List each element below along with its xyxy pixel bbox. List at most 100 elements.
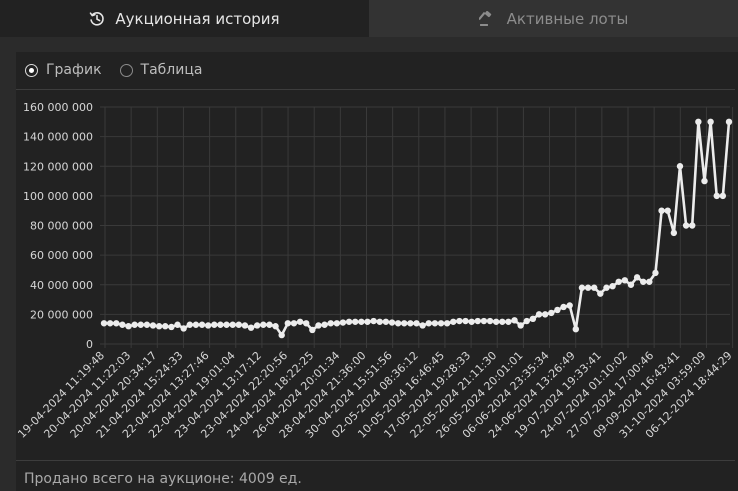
data-point [603,284,610,291]
data-point [217,321,224,328]
data-point [241,322,249,329]
data-point [701,177,708,185]
data-point [548,309,555,317]
data-point [560,303,567,311]
data-point [321,321,328,328]
data-point [272,323,279,330]
y-tick-label: 80 000 000 [30,220,93,233]
data-point [450,318,457,325]
data-point [388,319,396,326]
data-point [615,278,622,285]
data-point [578,284,586,291]
data-point [168,323,175,331]
data-point [204,322,212,329]
divider-bottom [16,460,735,461]
y-tick-label: 120 000 000 [23,160,93,173]
data-point [211,321,218,328]
data-point [235,321,243,328]
data-point [247,324,255,331]
data-point [364,318,371,325]
data-point [492,318,500,325]
data-point [401,320,408,327]
data-point [633,274,641,281]
data-point [431,320,439,327]
data-point [376,318,383,325]
data-point [339,319,347,326]
y-tick-label: 0 [86,338,93,351]
data-point [627,281,635,288]
data-point [333,320,341,327]
data-point [719,192,727,200]
y-axis-labels: 0 20 000 000 40 000 000 60 000 000 80 000 00… [23,101,93,351]
data-point [149,322,157,329]
data-point [253,322,261,329]
y-tick-label: 20 000 000 [30,308,93,321]
y-tick-label: 60 000 000 [30,249,93,262]
data-point [296,318,304,325]
data-point [689,222,696,229]
data-point [456,317,463,325]
price-history-chart: 0 20 000 000 40 000 000 60 000 000 80 000 00… [15,101,734,441]
data-point [517,322,524,329]
data-point [290,320,298,327]
data-point [407,320,414,327]
data-point [535,311,543,318]
data-point [640,278,647,285]
chart-grid [100,106,734,348]
data-point [468,318,475,325]
data-point [554,306,561,314]
data-point [309,326,316,334]
data-point [505,318,512,325]
data-point [223,321,230,328]
data-point [315,322,322,329]
y-tick-label: 140 000 000 [23,131,93,144]
data-point [260,321,267,328]
data-point [174,321,181,328]
data-point [609,283,616,290]
data-point [303,320,310,327]
data-point [425,320,432,327]
data-point [119,321,126,328]
data-point [695,118,702,126]
data-point [106,320,114,327]
data-point [682,222,690,229]
data-point [266,321,273,328]
data-point [523,317,530,325]
data-point [437,320,445,327]
data-point [646,278,653,285]
data-point [131,321,138,328]
data-point [529,315,537,323]
data-point [180,325,187,332]
data-point [113,320,120,327]
data-point [352,318,359,325]
data-point [358,318,365,325]
chart-series [100,118,733,339]
data-point [186,321,193,328]
data-point [480,317,488,325]
data-point [474,317,481,325]
data-point [486,317,494,325]
data-point [511,317,518,324]
y-tick-label: 100 000 000 [23,190,93,203]
data-point [664,207,671,214]
data-point [162,323,169,330]
data-point [345,318,353,325]
series-line [104,120,731,337]
data-point [707,118,714,126]
data-point [670,229,678,237]
data-point [652,269,659,277]
data-point [572,325,580,333]
y-tick-label: 40 000 000 [30,279,93,292]
data-point [137,321,144,328]
data-point [370,317,377,325]
data-point [541,311,549,318]
data-point [284,320,292,327]
data-point [413,320,420,327]
data-point [192,321,200,328]
data-point [125,323,132,330]
data-point [278,331,285,339]
data-point [590,284,598,291]
data-point [155,323,163,330]
data-point [143,321,151,328]
data-point [462,317,469,325]
